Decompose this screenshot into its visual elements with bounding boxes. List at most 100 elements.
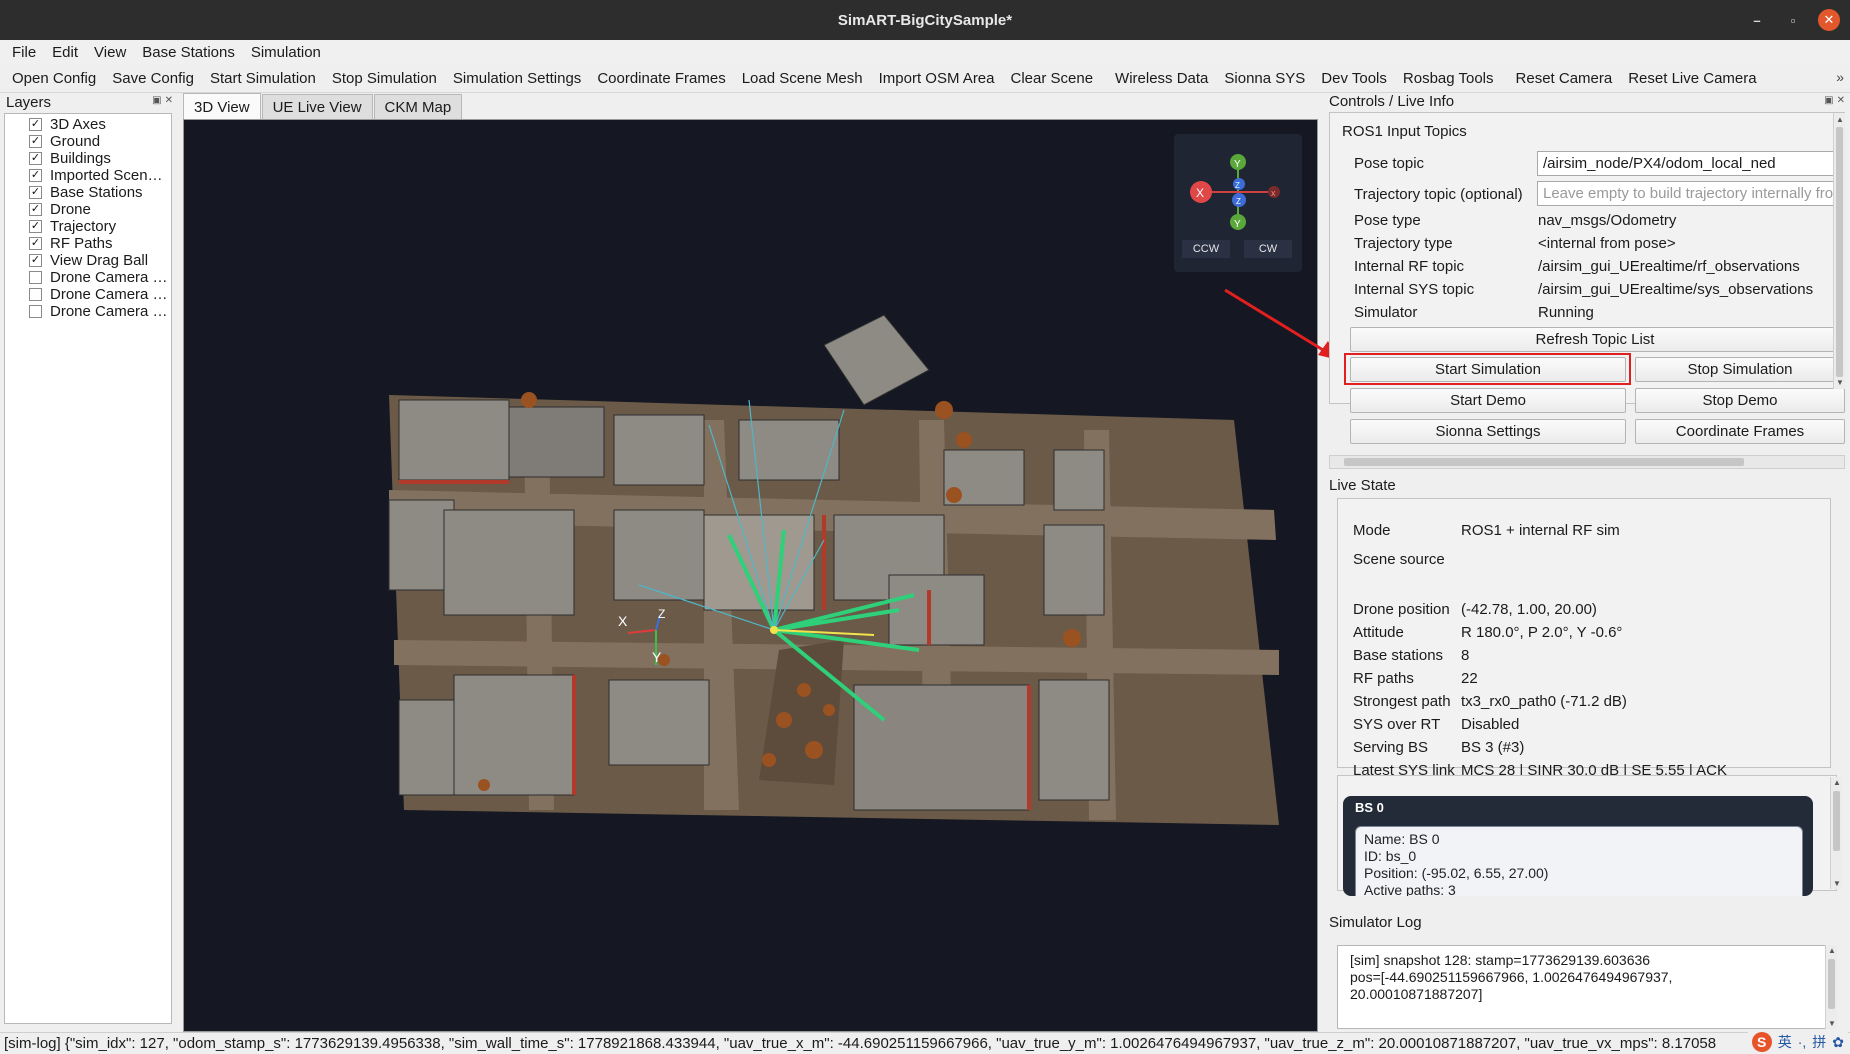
layer-item[interactable]: ✓ Base Stations bbox=[5, 184, 171, 201]
simulator-log-scrollbar[interactable]: ▲ ▼ bbox=[1825, 945, 1837, 1029]
dock-float-close-icons[interactable]: ▣✕ bbox=[152, 95, 176, 106]
ime-settings-icon[interactable]: ✿ bbox=[1832, 1034, 1844, 1051]
tab-ckm-map[interactable]: CKM Map bbox=[373, 94, 463, 120]
layer-item[interactable]: ✓ Buildings bbox=[5, 150, 171, 167]
toolbar-import-osm-area[interactable]: Import OSM Area bbox=[871, 70, 1003, 87]
trajectory-topic-field[interactable]: Leave empty to build trajectory internal… bbox=[1537, 181, 1837, 206]
window-title: SimART-BigCitySample* bbox=[837, 11, 1013, 29]
info-row: Internal RF topic/airsim_gui_UErealtime/… bbox=[1354, 258, 1800, 275]
layer-item[interactable]: ✓ View Drag Ball bbox=[5, 252, 171, 269]
layer-item[interactable]: ✓ Ground bbox=[5, 133, 171, 150]
rotate-ccw-button[interactable]: CCW bbox=[1182, 240, 1230, 258]
toolbar-coordinate-frames[interactable]: Coordinate Frames bbox=[589, 70, 733, 87]
sionna-settings-button[interactable]: Sionna Settings bbox=[1350, 419, 1626, 444]
building bbox=[1043, 524, 1105, 616]
dock-float-close-icons[interactable]: ▣✕ bbox=[1824, 95, 1848, 106]
building bbox=[508, 406, 605, 478]
navigation-gizmo[interactable]: Y Y X x Z Z CCW CW bbox=[1174, 134, 1302, 272]
toolbar-overflow-icon[interactable]: » bbox=[1836, 69, 1844, 85]
toolbar-stop-simulation[interactable]: Stop Simulation bbox=[324, 70, 445, 87]
menu-base-stations[interactable]: Base Stations bbox=[134, 44, 243, 61]
bs-card-scrollbar[interactable]: ▲ ▼ bbox=[1830, 777, 1842, 889]
tab-ue-live-view[interactable]: UE Live View bbox=[261, 94, 373, 120]
controls-horizontal-scrollbar[interactable] bbox=[1329, 455, 1845, 469]
sogou-ime-icon[interactable]: S bbox=[1751, 1032, 1772, 1052]
svg-text:x: x bbox=[1271, 188, 1276, 198]
layers-dock: Layers ▣✕ ✓ 3D Axes ✓ Ground ✓ Buildings ✓ I… bbox=[0, 93, 178, 1032]
checkbox-unchecked[interactable] bbox=[29, 305, 42, 318]
scene-axis-z: Z bbox=[658, 607, 665, 621]
checkbox-checked[interactable]: ✓ bbox=[29, 186, 42, 199]
checkbox-unchecked[interactable] bbox=[29, 271, 42, 284]
system-tray: S 英 ·, 拼 ✿ bbox=[1747, 1031, 1848, 1053]
building bbox=[613, 414, 705, 486]
toolbar-load-scene-mesh[interactable]: Load Scene Mesh bbox=[734, 70, 871, 87]
checkbox-unchecked[interactable] bbox=[29, 288, 42, 301]
controls-vertical-scrollbar[interactable]: ▲ ▼ bbox=[1833, 113, 1845, 389]
rotate-cw-button[interactable]: CW bbox=[1244, 240, 1292, 258]
building bbox=[608, 679, 710, 766]
layer-item[interactable]: ✓ 3D Axes bbox=[5, 116, 171, 133]
simulator-log-text[interactable]: [sim] snapshot 128: stamp=1773629139.603… bbox=[1337, 945, 1837, 1029]
menu-file[interactable]: File bbox=[4, 44, 44, 61]
toolbar-dev-tools[interactable]: Dev Tools bbox=[1313, 70, 1395, 87]
restore-button[interactable]: ▫ bbox=[1782, 9, 1804, 31]
state-row: SYS over RT Disabled bbox=[1353, 716, 1520, 733]
checkbox-checked[interactable]: ✓ bbox=[29, 254, 42, 267]
pose-topic-label: Pose topic bbox=[1354, 155, 1425, 172]
toolbar-open-config[interactable]: Open Config bbox=[4, 70, 104, 87]
layer-item[interactable]: ✓ Trajectory bbox=[5, 218, 171, 235]
layer-item[interactable]: ✓ Imported Scen… bbox=[5, 167, 171, 184]
toolbar-simulation-settings[interactable]: Simulation Settings bbox=[445, 70, 589, 87]
building bbox=[453, 674, 575, 796]
stop-simulation-button[interactable]: Stop Simulation bbox=[1635, 357, 1845, 382]
coordinate-frames-button[interactable]: Coordinate Frames bbox=[1635, 419, 1845, 444]
menu-edit[interactable]: Edit bbox=[44, 44, 86, 61]
building bbox=[888, 574, 985, 646]
pose-topic-field[interactable]: /airsim_node/PX4/odom_local_ned bbox=[1537, 151, 1837, 176]
layer-item[interactable]: Drone Camera … bbox=[5, 303, 171, 320]
toolbar-start-simulation[interactable]: Start Simulation bbox=[202, 70, 324, 87]
svg-text:Z: Z bbox=[1235, 181, 1240, 190]
toolbar-rosbag-tools[interactable]: Rosbag Tools bbox=[1395, 70, 1502, 87]
start-simulation-button[interactable]: Start Simulation bbox=[1350, 357, 1626, 382]
stop-demo-button[interactable]: Stop Demo bbox=[1635, 388, 1845, 413]
toolbar-save-config[interactable]: Save Config bbox=[104, 70, 202, 87]
checkbox-checked[interactable]: ✓ bbox=[29, 135, 42, 148]
punctuation-toggle[interactable]: ·, bbox=[1798, 1034, 1807, 1050]
toolbar-clear-scene[interactable]: Clear Scene bbox=[1003, 70, 1102, 87]
window-titlebar: SimART-BigCitySample* – ▫ ✕ bbox=[0, 0, 1850, 40]
layer-item[interactable]: Drone Camera … bbox=[5, 286, 171, 303]
layer-item[interactable]: ✓ RF Paths bbox=[5, 235, 171, 252]
tab-3d-view[interactable]: 3D View bbox=[183, 93, 261, 120]
layer-item[interactable]: ✓ Drone bbox=[5, 201, 171, 218]
state-row: Drone position (-42.78, 1.00, 20.00) bbox=[1353, 601, 1597, 618]
checkbox-checked[interactable]: ✓ bbox=[29, 237, 42, 250]
toolbar-wireless-data[interactable]: Wireless Data bbox=[1107, 70, 1216, 87]
ime-pinyin-toggle[interactable]: 拼 bbox=[1812, 1032, 1826, 1052]
toolbar-sionna-sys[interactable]: Sionna SYS bbox=[1216, 70, 1313, 87]
language-toggle[interactable]: 英 bbox=[1778, 1032, 1792, 1052]
building bbox=[443, 509, 575, 616]
start-demo-button[interactable]: Start Demo bbox=[1350, 388, 1626, 413]
info-row: Internal SYS topic/airsim_gui_UErealtime… bbox=[1354, 281, 1814, 298]
state-row: Serving BS BS 3 (#3) bbox=[1353, 739, 1525, 756]
3d-viewport[interactable]: X Y Z Y Y X x Z Z CCW CW bbox=[183, 119, 1318, 1032]
checkbox-checked[interactable]: ✓ bbox=[29, 118, 42, 131]
toolbar-reset-live-camera[interactable]: Reset Live Camera bbox=[1620, 70, 1764, 87]
building bbox=[398, 399, 510, 481]
toolbar-reset-camera[interactable]: Reset Camera bbox=[1508, 70, 1621, 87]
state-row: Attitude R 180.0°, P 2.0°, Y -0.6° bbox=[1353, 624, 1623, 641]
minimize-button[interactable]: – bbox=[1746, 9, 1768, 31]
layer-item[interactable]: Drone Camera … bbox=[5, 269, 171, 286]
checkbox-checked[interactable]: ✓ bbox=[29, 169, 42, 182]
close-button[interactable]: ✕ bbox=[1818, 9, 1840, 31]
refresh-topic-list-button[interactable]: Refresh Topic List bbox=[1350, 327, 1840, 352]
menu-bar: File Edit View Base Stations Simulation bbox=[0, 40, 1850, 65]
checkbox-checked[interactable]: ✓ bbox=[29, 152, 42, 165]
menu-simulation[interactable]: Simulation bbox=[243, 44, 329, 61]
checkbox-checked[interactable]: ✓ bbox=[29, 220, 42, 233]
info-row: Trajectory type <internal from pose> bbox=[1354, 235, 1676, 252]
checkbox-checked[interactable]: ✓ bbox=[29, 203, 42, 216]
menu-view[interactable]: View bbox=[86, 44, 134, 61]
